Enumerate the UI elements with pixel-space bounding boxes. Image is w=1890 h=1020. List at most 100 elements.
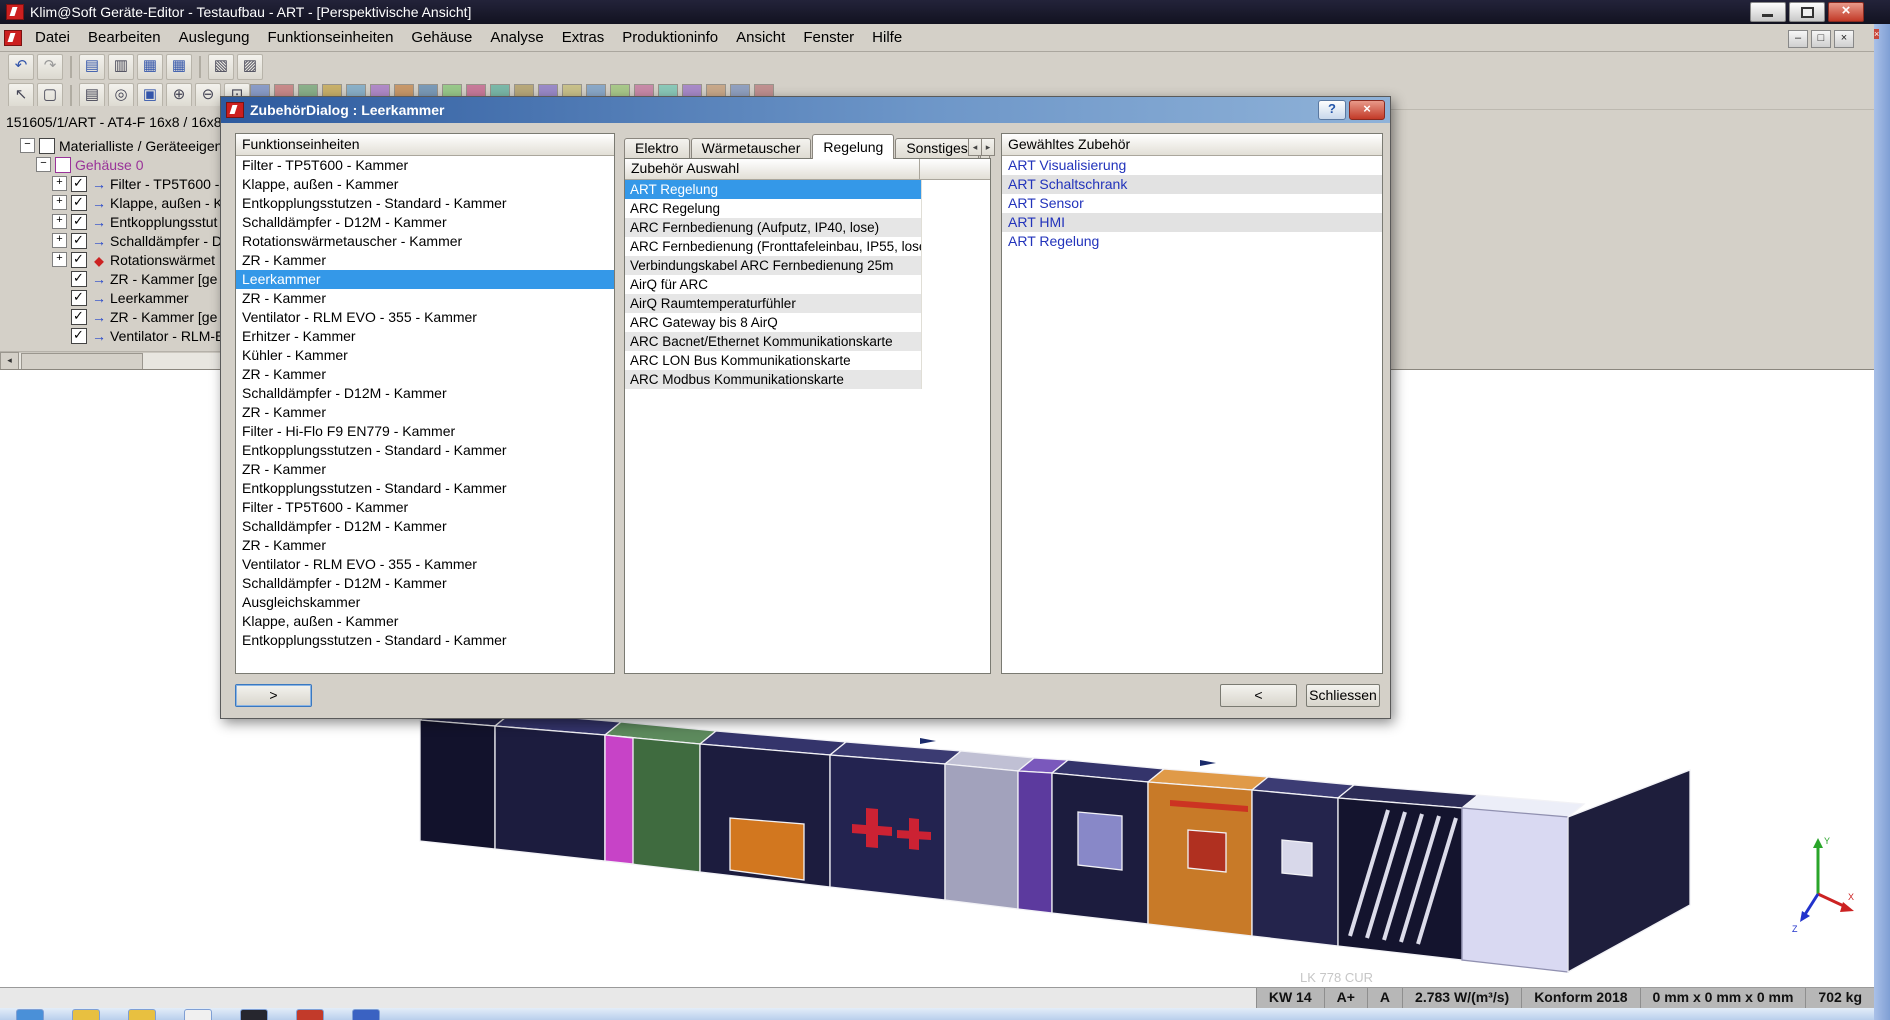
menu-item[interactable]: Analyse (481, 24, 552, 52)
accessory-option[interactable]: ARC Bacnet/Ethernet Kommunikationskarte (625, 332, 921, 351)
tab-scroll-left-icon[interactable] (968, 138, 982, 156)
cursor-icon[interactable]: ↖ (8, 83, 34, 109)
chosen-accessory-item[interactable]: ART Regelung (1002, 232, 1382, 251)
tree-checkbox[interactable] (71, 290, 87, 306)
print-preview-icon[interactable]: ▤ (79, 83, 105, 109)
chosen-accessory-item[interactable]: ART Sensor (1002, 194, 1382, 213)
chosen-accessory-item[interactable]: ART HMI (1002, 213, 1382, 232)
menu-item[interactable]: Funktionseinheiten (259, 24, 403, 52)
table-icon[interactable]: ▦ (137, 54, 163, 80)
taskbar-app-icon[interactable] (352, 1009, 380, 1020)
function-unit-item[interactable]: Klappe, außen - Kammer (236, 175, 614, 194)
accessory-option[interactable]: ART Regelung (625, 180, 921, 199)
function-unit-item[interactable]: ZR - Kammer (236, 460, 614, 479)
tree-expander-icon[interactable] (36, 157, 51, 172)
taskbar-app-icon[interactable] (240, 1009, 268, 1020)
tree-checkbox[interactable] (71, 176, 87, 192)
function-unit-item[interactable]: Entkopplungsstutzen - Standard - Kammer (236, 631, 614, 650)
schliessen-button[interactable]: Schliessen (1306, 684, 1380, 707)
accessory-option[interactable]: ARC Regelung (625, 199, 921, 218)
tree-checkbox[interactable] (71, 309, 87, 325)
menu-item[interactable]: Extras (553, 24, 614, 52)
tab-scroll-right-icon[interactable] (981, 138, 995, 156)
mdi-restore-icon[interactable] (1811, 30, 1831, 48)
taskbar-app-icon[interactable] (128, 1009, 156, 1020)
function-unit-item[interactable]: ZR - Kammer (236, 251, 614, 270)
close-button[interactable] (1828, 2, 1864, 22)
tree-checkbox[interactable] (71, 271, 87, 287)
tree-checkbox[interactable] (71, 233, 87, 249)
menu-item[interactable]: Gehäuse (402, 24, 481, 52)
datasheet-icon[interactable]: ▤ (79, 54, 105, 80)
function-unit-item[interactable]: Schalldämpfer - D12M - Kammer (236, 517, 614, 536)
tab[interactable]: Wärmetauscher (691, 138, 812, 158)
menu-item[interactable]: Hilfe (863, 24, 911, 52)
separator[interactable] (199, 56, 201, 78)
print-icon[interactable]: ▥ (108, 54, 134, 80)
tree-expander-icon[interactable] (52, 214, 67, 229)
menu-item[interactable]: Ansicht (727, 24, 794, 52)
add-accessory-button[interactable]: > (235, 684, 312, 707)
menu-item[interactable]: Fenster (794, 24, 863, 52)
tree-expander-icon[interactable] (20, 138, 35, 153)
strip-close-icon[interactable] (1874, 29, 1879, 39)
column-header[interactable]: Zubehör Auswahl (625, 159, 920, 179)
function-unit-item[interactable]: Klappe, außen - Kammer (236, 612, 614, 631)
taskbar-app-icon[interactable] (16, 1009, 44, 1020)
accessory-option[interactable]: ARC LON Bus Kommunikationskarte (625, 351, 921, 370)
layout-icon[interactable]: ▧ (208, 54, 234, 80)
tree-checkbox[interactable] (39, 138, 55, 154)
function-unit-item[interactable]: Entkopplungsstutzen - Standard - Kammer (236, 194, 614, 213)
separator[interactable] (70, 85, 72, 107)
tab[interactable]: Regelung (812, 134, 894, 159)
undo-icon[interactable]: ↶ (8, 54, 34, 80)
function-unit-item[interactable]: Rotationswärmetauscher - Kammer (236, 232, 614, 251)
separator[interactable] (70, 56, 72, 78)
accessory-option[interactable]: ARC Fernbedienung (Fronttafeleinbau, IP5… (625, 237, 921, 256)
mdi-system-icon[interactable] (4, 30, 22, 46)
menu-item[interactable]: Produktioninfo (613, 24, 727, 52)
accessory-option[interactable]: AirQ Raumtemperaturfühler (625, 294, 921, 313)
function-unit-item[interactable]: Ausgleichskammer (236, 593, 614, 612)
chosen-accessory-item[interactable]: ART Schaltschrank (1002, 175, 1382, 194)
tree-expander-icon[interactable] (52, 195, 67, 210)
tab[interactable]: Sonstiges (895, 138, 978, 158)
function-unit-item[interactable]: Leerkammer (236, 270, 614, 289)
accessory-option[interactable]: ARC Modbus Kommunikationskarte (625, 370, 921, 389)
function-unit-item[interactable]: ZR - Kammer (236, 365, 614, 384)
dialog-close-button[interactable] (1349, 100, 1385, 120)
tree-checkbox[interactable] (71, 252, 87, 268)
taskbar-app-icon[interactable] (184, 1009, 212, 1020)
scrollbar-thumb[interactable] (21, 353, 143, 370)
settings-icon[interactable]: ◎ (108, 83, 134, 109)
redo-icon[interactable]: ↷ (37, 54, 63, 80)
mdi-minimize-icon[interactable] (1788, 30, 1808, 48)
accessory-option[interactable]: AirQ für ARC (625, 275, 921, 294)
chosen-accessory-item[interactable]: ART Visualisierung (1002, 156, 1382, 175)
chosen-accessories-header[interactable]: Gewähltes Zubehör (1002, 134, 1382, 156)
selection-box-icon[interactable]: ▢ (37, 83, 63, 109)
function-unit-item[interactable]: Schalldämpfer - D12M - Kammer (236, 213, 614, 232)
function-unit-item[interactable]: Entkopplungsstutzen - Standard - Kammer (236, 479, 614, 498)
dialog-titlebar[interactable]: ZubehörDialog : Leerkammer (221, 97, 1390, 123)
scroll-left-icon[interactable] (0, 352, 19, 370)
function-units-header[interactable]: Funktionseinheiten (236, 134, 614, 156)
restore-button[interactable] (1789, 2, 1825, 22)
tree-checkbox[interactable] (71, 195, 87, 211)
function-unit-item[interactable]: Filter - Hi-Flo F9 EN779 - Kammer (236, 422, 614, 441)
accessory-option[interactable]: ARC Gateway bis 8 AirQ (625, 313, 921, 332)
report-icon[interactable]: ▨ (237, 54, 263, 80)
function-unit-item[interactable]: Schalldämpfer - D12M - Kammer (236, 384, 614, 403)
tree-expander-icon[interactable] (52, 233, 67, 248)
function-unit-item[interactable]: ZR - Kammer (236, 403, 614, 422)
minimize-button[interactable] (1750, 2, 1786, 22)
menu-item[interactable]: Bearbeiten (79, 24, 170, 52)
mdi-close-icon[interactable] (1834, 30, 1854, 48)
tree-checkbox[interactable] (55, 157, 71, 173)
function-unit-item[interactable]: Erhitzer - Kammer (236, 327, 614, 346)
function-unit-item[interactable]: Entkopplungsstutzen - Standard - Kammer (236, 441, 614, 460)
function-unit-item[interactable]: Ventilator - RLM EVO - 355 - Kammer (236, 555, 614, 574)
tab[interactable]: Elektro (624, 138, 690, 158)
menu-item[interactable]: Datei (26, 24, 79, 52)
components-icon[interactable]: ▣ (137, 83, 163, 109)
